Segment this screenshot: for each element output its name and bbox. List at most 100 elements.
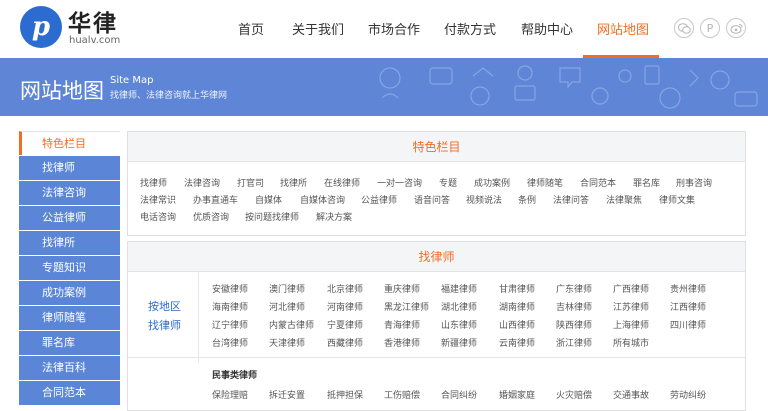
sidebar-item-pro-bono[interactable]: 公益律师 xyxy=(19,206,120,230)
sidebar-item-cases[interactable]: 成功案例 xyxy=(19,281,120,305)
sidebar-item-topics[interactable]: 专题知识 xyxy=(19,256,120,280)
featured-link[interactable]: 法律咨询 xyxy=(184,176,220,189)
featured-link[interactable]: 自媒体咨询 xyxy=(300,193,345,206)
sidebar-item-featured[interactable]: 特色栏目 xyxy=(19,131,120,155)
lawyer-category-link[interactable]: 火灾赔偿 xyxy=(556,388,592,401)
featured-link[interactable]: 律师文集 xyxy=(659,193,695,206)
nav-payment[interactable]: 付款方式 xyxy=(444,19,496,38)
lawyer-region-link[interactable]: 河北律师 xyxy=(269,300,305,313)
lawyer-region-link[interactable]: 海南律师 xyxy=(212,300,248,313)
lawyer-category-link[interactable]: 婚姻家庭 xyxy=(499,388,535,401)
lawyer-region-link[interactable]: 广东律师 xyxy=(556,282,592,295)
lawyer-region-link[interactable]: 浙江律师 xyxy=(556,336,592,349)
lawyer-region-link[interactable]: 吉林律师 xyxy=(556,300,592,313)
lawyer-region-link[interactable]: 黑龙江律师 xyxy=(384,300,429,313)
lawyer-region-link[interactable]: 香港律师 xyxy=(384,336,420,349)
nav-sitemap[interactable]: 网站地图 xyxy=(597,19,649,38)
wechat-icon[interactable] xyxy=(674,18,694,38)
lawyer-region-link[interactable]: 江西律师 xyxy=(670,300,706,313)
featured-link[interactable]: 视频说法 xyxy=(466,193,502,206)
lawyer-category-link[interactable]: 保险理赔 xyxy=(212,388,248,401)
featured-link[interactable]: 按问题找律师 xyxy=(245,210,299,223)
featured-link[interactable]: 在线律师 xyxy=(324,176,360,189)
lawyer-region-link[interactable]: 天津律师 xyxy=(269,336,305,349)
lawyer-category-link[interactable]: 工伤赔偿 xyxy=(384,388,420,401)
lawyer-region-link[interactable]: 湖南律师 xyxy=(499,300,535,313)
sidebar-item-find-lawyer[interactable]: 找律师 xyxy=(19,156,120,180)
sidebar-item-charges[interactable]: 罪名库 xyxy=(19,331,120,355)
pinterest-icon[interactable]: P xyxy=(700,18,720,38)
featured-link[interactable]: 办事直通车 xyxy=(193,193,238,206)
lawyer-category-link[interactable]: 拆迁安置 xyxy=(269,388,305,401)
lawyer-region-link[interactable]: 河南律师 xyxy=(327,300,363,313)
featured-link[interactable]: 合同范本 xyxy=(580,176,616,189)
featured-link[interactable]: 成功案例 xyxy=(474,176,510,189)
page-title: 网站地图 xyxy=(20,79,104,103)
lawyer-region-link[interactable]: 安徽律师 xyxy=(212,282,248,295)
lawyer-region-link[interactable]: 江苏律师 xyxy=(613,300,649,313)
sidebar-nav: 特色栏目 找律师 法律咨询 公益律师 找律所 专题知识 成功案例 律师随笔 罪名… xyxy=(19,131,120,406)
lawyer-region-link[interactable]: 澳门律师 xyxy=(269,282,305,295)
lawyer-category-link[interactable]: 劳动纠纷 xyxy=(670,388,706,401)
sidebar-item-essays[interactable]: 律师随笔 xyxy=(19,306,120,330)
lawyer-region-link[interactable]: 所有城市 xyxy=(613,336,649,349)
lawyer-region-link[interactable]: 云南律师 xyxy=(499,336,535,349)
lawyer-category-link[interactable]: 合同纠纷 xyxy=(441,388,477,401)
lawyer-category-link[interactable]: 抵押担保 xyxy=(327,388,363,401)
lawyer-region-link[interactable]: 新疆律师 xyxy=(441,336,477,349)
featured-link[interactable]: 找律所 xyxy=(280,176,307,189)
lawyer-region-link[interactable]: 重庆律师 xyxy=(384,282,420,295)
page-subtitle: 找律师、法律咨询就上华律网 xyxy=(110,91,228,101)
lawyer-region-link[interactable]: 宁夏律师 xyxy=(327,318,363,331)
page-banner: 网站地图 Site Map 找律师、法律咨询就上华律网 xyxy=(0,58,768,116)
lawyer-region-link[interactable]: 山西律师 xyxy=(499,318,535,331)
featured-link[interactable]: 专题 xyxy=(439,176,457,189)
weibo-icon[interactable] xyxy=(726,18,746,38)
lawyer-region-link[interactable]: 北京律师 xyxy=(327,282,363,295)
lawyer-region-link[interactable]: 西藏律师 xyxy=(327,336,363,349)
lawyer-region-link[interactable]: 内蒙古律师 xyxy=(269,318,314,331)
featured-link[interactable]: 罪名库 xyxy=(633,176,660,189)
sidebar-item-contracts[interactable]: 合同范本 xyxy=(19,381,120,405)
lawyer-region-link[interactable]: 陕西律师 xyxy=(556,318,592,331)
lawyer-category-link[interactable]: 交通事故 xyxy=(613,388,649,401)
featured-link[interactable]: 找律师 xyxy=(140,176,167,189)
featured-link[interactable]: 语音问答 xyxy=(414,193,450,206)
featured-link[interactable]: 刑事咨询 xyxy=(676,176,712,189)
lawyer-region-link[interactable]: 辽宁律师 xyxy=(212,318,248,331)
featured-link[interactable]: 自媒体 xyxy=(255,193,282,206)
lawyer-region-link[interactable]: 山东律师 xyxy=(441,318,477,331)
nav-market[interactable]: 市场合作 xyxy=(368,19,420,38)
featured-link[interactable]: 法律聚焦 xyxy=(606,193,642,206)
featured-link[interactable]: 一对一咨询 xyxy=(377,176,422,189)
lawyer-region-link[interactable]: 甘肃律师 xyxy=(499,282,535,295)
sidebar-item-encyclopedia[interactable]: 法律百科 xyxy=(19,356,120,380)
featured-link[interactable]: 电话咨询 xyxy=(140,210,176,223)
sidebar-item-find-firm[interactable]: 找律所 xyxy=(19,231,120,255)
page-title-en: Site Map xyxy=(110,75,154,86)
lawyer-region-link[interactable]: 福建律师 xyxy=(441,282,477,295)
lawyer-region-link[interactable]: 台湾律师 xyxy=(212,336,248,349)
featured-link[interactable]: 律师随笔 xyxy=(527,176,563,189)
nav-home[interactable]: 首页 xyxy=(238,19,264,38)
lawyer-region-link[interactable]: 上海律师 xyxy=(613,318,649,331)
lawyer-region-link[interactable]: 贵州律师 xyxy=(670,282,706,295)
featured-link[interactable]: 条例 xyxy=(518,193,536,206)
featured-link[interactable]: 优质咨询 xyxy=(193,210,229,223)
lawyer-region-link[interactable]: 广西律师 xyxy=(613,282,649,295)
nav-help[interactable]: 帮助中心 xyxy=(521,19,573,38)
featured-link[interactable]: 解决方案 xyxy=(316,210,352,223)
panel-title: 找律师 xyxy=(128,242,745,272)
sidebar-item-legal-consult[interactable]: 法律咨询 xyxy=(19,181,120,205)
logo-text[interactable]: 华律 xyxy=(68,4,118,38)
featured-panel: 特色栏目 找律师 法律咨询 打官司 找律所 在线律师 一对一咨询 专题 成功案例 律师随笔 合同范… xyxy=(127,131,746,236)
lawyer-region-link[interactable]: 青海律师 xyxy=(384,318,420,331)
featured-link[interactable]: 公益律师 xyxy=(361,193,397,206)
featured-link[interactable]: 法律问答 xyxy=(553,193,589,206)
lawyer-region-link[interactable]: 四川律师 xyxy=(670,318,706,331)
nav-about[interactable]: 关于我们 xyxy=(292,19,344,38)
featured-link[interactable]: 法律常识 xyxy=(140,193,176,206)
lawyer-region-link[interactable]: 湖北律师 xyxy=(441,300,477,313)
logo-icon[interactable]: p xyxy=(20,6,62,48)
featured-link[interactable]: 打官司 xyxy=(237,176,264,189)
